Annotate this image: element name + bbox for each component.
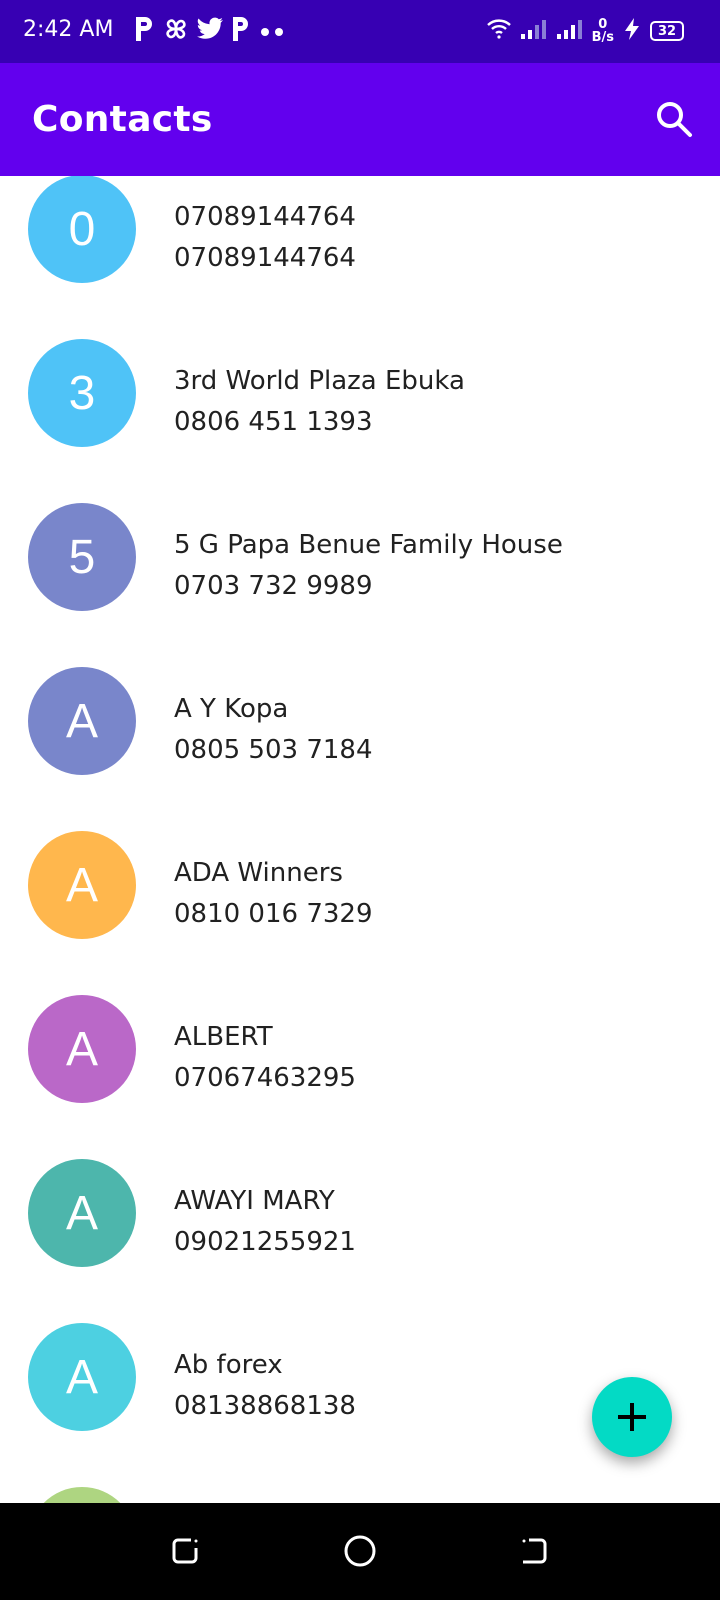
- battery-level: 32: [657, 23, 677, 39]
- contact-phone: 07089144764: [174, 243, 356, 273]
- home-button[interactable]: [340, 1531, 380, 1571]
- charging-icon: [622, 17, 642, 45]
- contact-phone: 08138868138: [174, 1391, 356, 1421]
- app-bar: Contacts: [0, 63, 720, 176]
- page-title: Contacts: [32, 99, 213, 140]
- contact-phone: 0703 732 9989: [174, 571, 373, 601]
- contact-name: 5 G Papa Benue Family House: [174, 530, 563, 560]
- home-icon: [344, 1535, 376, 1567]
- contact-avatar: A: [28, 1159, 136, 1267]
- status-time: 2:42 AM: [23, 17, 114, 42]
- add-contact-button[interactable]: [592, 1377, 672, 1457]
- contact-row[interactable]: A ADA Winners 0810 016 7329: [0, 804, 720, 968]
- contact-avatar: A: [28, 1487, 136, 1503]
- twitter-icon: [196, 17, 224, 45]
- signal-icon: [520, 18, 548, 44]
- contact-phone: 0805 503 7184: [174, 735, 373, 765]
- contact-avatar: A: [28, 667, 136, 775]
- contact-row[interactable]: 5 5 G Papa Benue Family House 0703 732 9…: [0, 476, 720, 640]
- signal-icon: [556, 18, 584, 44]
- navigation-bar: [0, 1503, 720, 1600]
- contact-row[interactable]: A A Y Kopa 0805 503 7184: [0, 640, 720, 804]
- contact-name: 3rd World Plaza Ebuka: [174, 366, 465, 396]
- p-app-icon: [230, 15, 252, 47]
- contact-avatar: 3: [28, 339, 136, 447]
- contact-avatar: A: [28, 995, 136, 1103]
- contact-phone: 07067463295: [174, 1063, 356, 1093]
- contact-name: AWAYI MARY: [174, 1186, 335, 1216]
- search-icon: [657, 102, 692, 137]
- contact-name: Ab forex: [174, 1350, 283, 1380]
- back-icon: [522, 1538, 547, 1564]
- status-bar: 2:42 AM 0 B/s 32: [0, 0, 720, 63]
- notification-icons: [132, 14, 288, 48]
- contact-row[interactable]: A ALBERT 07067463295: [0, 968, 720, 1132]
- contact-name: ALBERT: [174, 1022, 273, 1052]
- contact-avatar: A: [28, 831, 136, 939]
- contact-phone: 0806 451 1393: [174, 407, 373, 437]
- contact-avatar: A: [28, 1323, 136, 1431]
- recent-apps-button[interactable]: [165, 1531, 205, 1571]
- net-speed-unit: B/s: [591, 30, 614, 45]
- contact-name: ADA Winners: [174, 858, 343, 888]
- back-button[interactable]: [514, 1531, 554, 1571]
- net-speed: 0 B/s: [592, 18, 614, 44]
- search-button[interactable]: [650, 95, 698, 143]
- contact-name: A Y Kopa: [174, 694, 289, 724]
- recent-apps-icon: [172, 1538, 198, 1564]
- contact-row[interactable]: 3 3rd World Plaza Ebuka 0806 451 1393: [0, 312, 720, 476]
- contact-phone: 0810 016 7329: [174, 899, 373, 929]
- contact-row[interactable]: A AWAYI MARY 09021255921: [0, 1132, 720, 1296]
- plus-icon: [618, 1403, 646, 1431]
- more-dots-icon: [258, 22, 288, 41]
- contact-phone: 09021255921: [174, 1227, 356, 1257]
- wifi-icon: [486, 18, 512, 44]
- pinwheel-icon: [162, 15, 190, 47]
- system-icons: 0 B/s 32: [486, 14, 684, 48]
- contact-avatar: 5: [28, 503, 136, 611]
- contact-list[interactable]: 0 07089144764 07089144764 3 3rd World Pl…: [0, 176, 720, 1503]
- contact-name: 07089144764: [174, 202, 356, 232]
- battery-icon: 32: [650, 21, 684, 41]
- contact-row[interactable]: 0 07089144764 07089144764: [0, 176, 720, 312]
- contact-avatar: 0: [28, 176, 136, 283]
- contact-row[interactable]: A: [0, 1460, 720, 1503]
- p-app-icon: [132, 15, 156, 47]
